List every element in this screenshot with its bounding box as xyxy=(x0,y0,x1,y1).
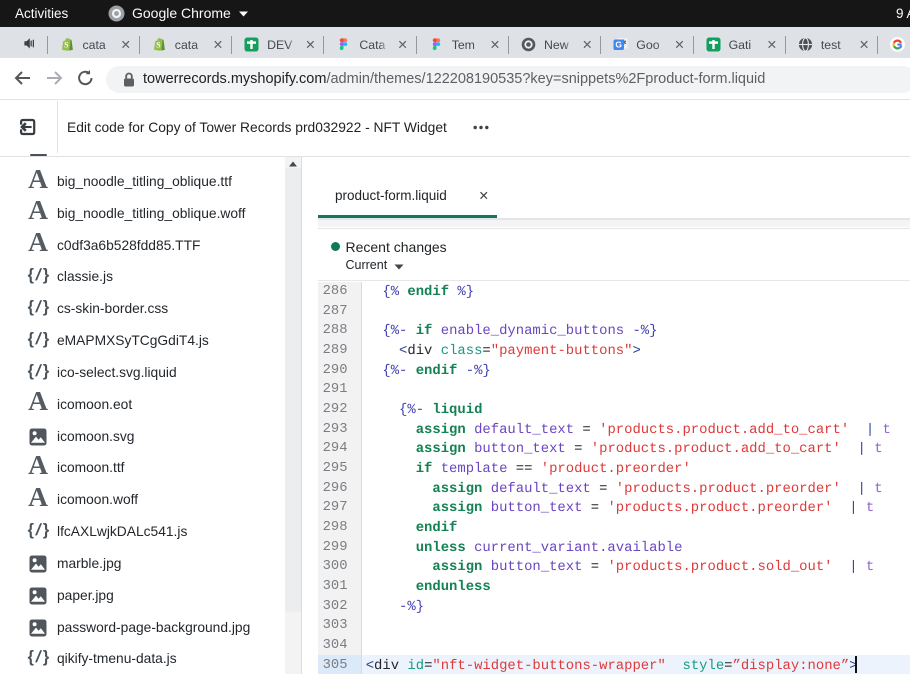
svg-text:G: G xyxy=(616,40,623,50)
svg-text:S: S xyxy=(64,41,69,50)
svg-text:S: S xyxy=(156,41,161,50)
